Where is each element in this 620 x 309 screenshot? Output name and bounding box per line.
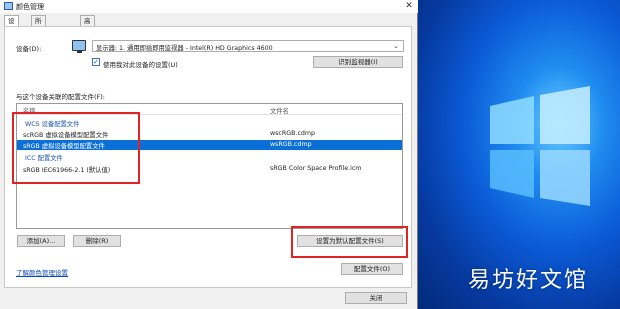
group-label: ICC 配置文件: [25, 155, 63, 162]
add-profile-button[interactable]: 添加(A)...: [17, 235, 65, 247]
profile-name: sRGB 虚拟设备模型配置文件: [23, 143, 105, 150]
close-window-button[interactable]: ✕: [402, 0, 416, 13]
use-my-settings-checkbox[interactable]: ✓: [92, 58, 100, 66]
profile-name: scRGB 虚拟设备模型配置文件: [23, 132, 109, 139]
list-item[interactable]: sRGB IEC61966-2.1 (默认值) sRGB Color Space…: [17, 164, 402, 174]
profile-filename: wscRGB.cdmp: [270, 130, 316, 137]
tab-all-profiles[interactable]: 所有配置文件: [31, 15, 46, 75]
tab-advanced[interactable]: 高级: [80, 15, 95, 35]
list-group-header: ICC 配置文件: [17, 152, 402, 162]
watermark-text: 易坊好文馆: [468, 268, 589, 293]
list-item-selected[interactable]: sRGB 虚拟设备模型配置文件 wsRGB.cdmp: [17, 140, 402, 150]
monitor-icon: [72, 40, 86, 51]
profiles-menu-button[interactable]: 配置文件(O): [341, 263, 403, 275]
use-my-settings-label: 使用我对此设备的设置(U): [103, 61, 178, 69]
profile-filename: wsRGB.cdmp: [270, 141, 312, 148]
learn-color-management-link[interactable]: 了解颜色管理设置: [16, 267, 68, 277]
title-bar[interactable]: 颜色管理 ✕: [0, 0, 418, 13]
group-label: WCS 设备配置文件: [25, 121, 80, 128]
chevron-down-icon: ⌄: [393, 42, 399, 50]
profiles-section-label: 与这个设备关联的配置文件(F):: [16, 93, 106, 101]
windows-logo-icon: [490, 86, 590, 206]
column-header-filename[interactable]: 文件名: [270, 106, 289, 115]
profile-filename: sRGB Color Space Profile.icm: [270, 165, 362, 172]
profile-name: sRGB IEC61966-2.1 (默认值): [23, 167, 111, 174]
list-header: 名称 文件名: [17, 104, 402, 115]
list-item[interactable]: scRGB 虚拟设备模型配置文件 wscRGB.cdmp: [17, 129, 402, 139]
monitor-stand-icon: [77, 51, 82, 53]
device-select[interactable]: 显示器: 1. 通用即插即用监视器 - Intel(R) HD Graphics…: [92, 40, 404, 52]
profiles-list[interactable]: 名称 文件名 WCS 设备配置文件 scRGB 虚拟设备模型配置文件 wscRG…: [16, 103, 403, 229]
color-management-icon: [4, 2, 13, 10]
list-group-header: WCS 设备配置文件: [17, 118, 402, 128]
device-select-value: 显示器: 1. 通用即插即用监视器 - Intel(R) HD Graphics…: [96, 45, 273, 52]
identify-monitors-button[interactable]: 识别监视器(I): [313, 56, 403, 68]
device-label: 设备(D):: [16, 45, 42, 53]
column-header-name[interactable]: 名称: [23, 106, 36, 115]
close-button[interactable]: 关闭: [345, 292, 407, 304]
set-default-profile-button[interactable]: 设置为默认配置文件(S): [297, 235, 403, 247]
window-title: 颜色管理: [16, 3, 44, 11]
remove-profile-button[interactable]: 删除(R): [73, 235, 121, 247]
color-management-dialog: 颜色管理 ✕ 设备 所有配置文件 高级 设备(D): 显示器: 1. 通用即插即…: [0, 0, 418, 309]
